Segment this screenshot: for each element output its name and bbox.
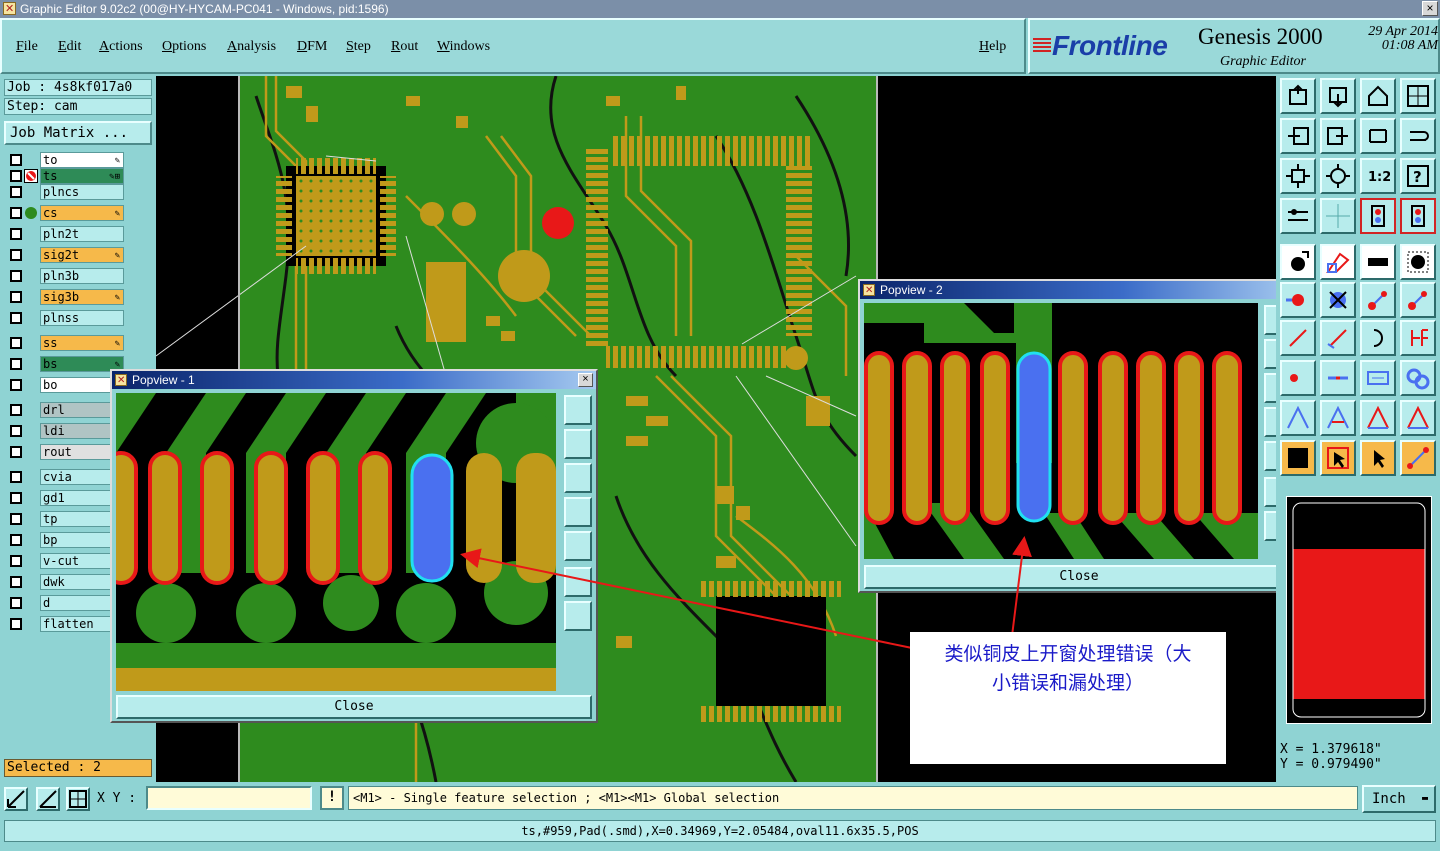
swap-icon[interactable]	[1360, 118, 1396, 154]
layer-in-icon[interactable]	[1280, 118, 1316, 154]
unit-value: Inch	[1372, 791, 1406, 807]
dot-red-icon[interactable]	[1280, 360, 1316, 396]
pad-select-icon[interactable]	[1400, 244, 1436, 280]
xy-input[interactable]	[146, 786, 312, 810]
home-step-tool[interactable]	[1280, 78, 1316, 114]
wedge-icon[interactable]	[1320, 400, 1356, 436]
arch-alt-icon[interactable]	[1400, 400, 1436, 436]
select-cursor-icon[interactable]	[1320, 440, 1356, 476]
snap-alt-icon[interactable]	[1400, 198, 1436, 234]
tee-icon[interactable]	[1400, 320, 1436, 356]
edit-feature-icon[interactable]	[1320, 244, 1356, 280]
annotation-note: 类似铜皮上开窗处理错误（大 小错误和漏处理）	[910, 632, 1226, 764]
message-warning-button[interactable]: !	[320, 786, 344, 810]
open-step-tool[interactable]	[1320, 78, 1356, 114]
node-edit-icon[interactable]	[1400, 440, 1436, 476]
command-bar: X Y : ! <M1> - Single feature selection …	[0, 782, 1440, 816]
overview-minimap[interactable]	[1286, 496, 1432, 724]
feature-status: ts,#959,Pad(.smd),X=0.34969,Y=2.05484,ov…	[4, 820, 1436, 842]
pointer-icon[interactable]	[1360, 440, 1396, 476]
redraw-icon[interactable]	[1400, 118, 1436, 154]
ruler-icon[interactable]	[1360, 244, 1396, 280]
cursor-coordinates: X = 1.379618" Y = 0.979490"	[1280, 742, 1436, 772]
arrow-left-red-icon[interactable]	[1280, 320, 1316, 356]
annotation-line-2: 小错误和漏处理）	[991, 672, 1144, 694]
snap-red-icon[interactable]	[1360, 198, 1396, 234]
status-bar: ts,#959,Pad(.smd),X=0.34969,Y=2.05484,ov…	[0, 816, 1440, 851]
diagonal-line-icon[interactable]	[1320, 320, 1356, 356]
svg-text:1:2: 1:2	[1368, 170, 1390, 185]
wedge-left-icon[interactable]	[1280, 400, 1316, 436]
add-feature-icon[interactable]	[1280, 244, 1316, 280]
window-split-icon[interactable]	[1400, 78, 1436, 114]
segment-icon[interactable]	[1320, 360, 1356, 396]
minimap-view	[1292, 502, 1426, 718]
layer-out-icon[interactable]	[1320, 118, 1356, 154]
coord-y: Y = 0.979490"	[1280, 757, 1382, 772]
line-node-icon[interactable]	[1360, 282, 1396, 318]
tool-panel: 1:2 ? X = 1.379618" Y = 0.979490"	[1276, 76, 1440, 782]
grid-snap-icon[interactable]	[66, 787, 90, 811]
measure-icon[interactable]	[1280, 198, 1316, 234]
help-icon[interactable]: ?	[1400, 158, 1436, 194]
rings-icon[interactable]	[1400, 360, 1436, 396]
grid-icon[interactable]	[1320, 198, 1356, 234]
xy-label: X Y :	[97, 791, 137, 806]
annotation-line-1: 类似铜皮上开窗处理错误（大	[944, 643, 1192, 665]
arch-icon[interactable]	[1360, 400, 1396, 436]
zoom-1-to-2-icon[interactable]: 1:2	[1360, 158, 1396, 194]
dropdown-arrow-icon: ▬	[1421, 793, 1428, 804]
unit-selector[interactable]: Inch ▬	[1362, 785, 1436, 813]
zoom-area-icon[interactable]	[1320, 158, 1356, 194]
line-node-alt-icon[interactable]	[1400, 282, 1436, 318]
select-black-icon[interactable]	[1280, 440, 1316, 476]
snap-angle-icon[interactable]	[36, 787, 60, 811]
zoom-box-icon[interactable]	[4, 787, 28, 811]
dimension-icon[interactable]	[1360, 360, 1396, 396]
home-icon[interactable]	[1360, 78, 1396, 114]
coord-x: X = 1.379618"	[1280, 742, 1382, 757]
cross-icon[interactable]	[1320, 282, 1356, 318]
svg-text:?: ?	[1413, 168, 1422, 186]
zoom-home-icon[interactable]	[1280, 158, 1316, 194]
pad-red-icon[interactable]	[1280, 282, 1316, 318]
arc-icon[interactable]	[1360, 320, 1396, 356]
arrow-to-popview-2	[1011, 536, 1032, 637]
mouse-prompt: <M1> - Single feature selection ; <M1><M…	[348, 786, 1358, 810]
arrow-to-popview-1	[460, 548, 913, 649]
